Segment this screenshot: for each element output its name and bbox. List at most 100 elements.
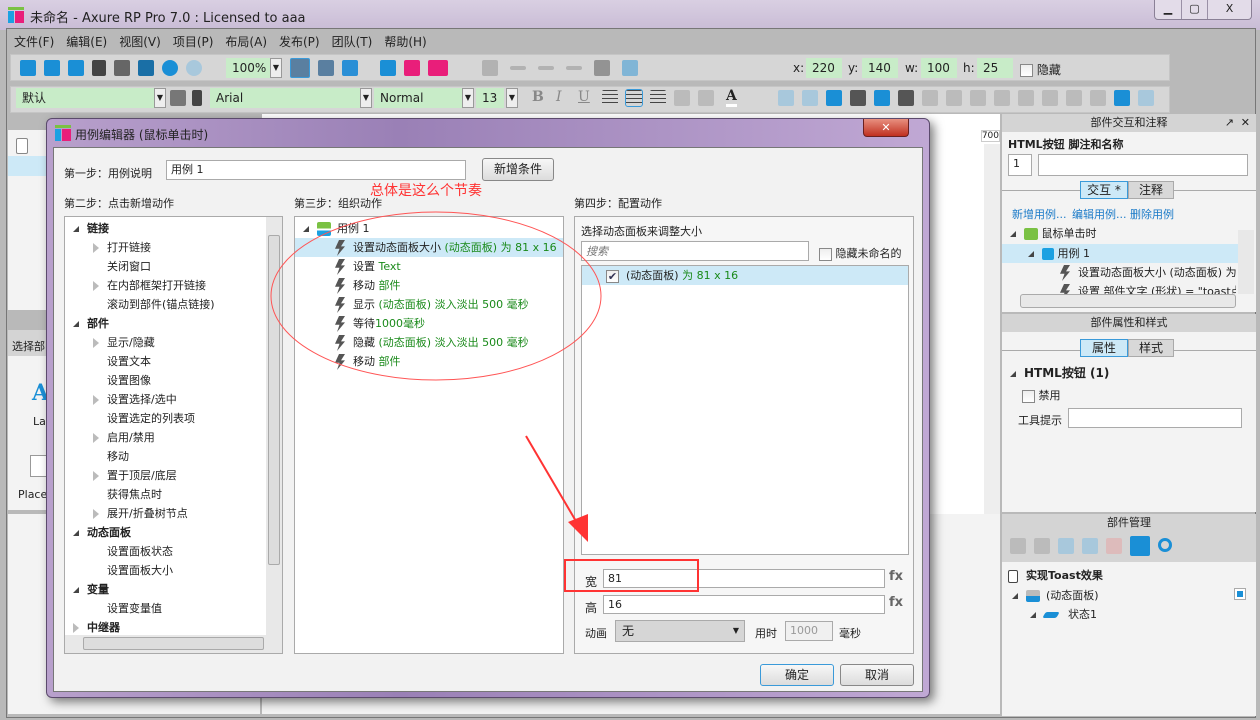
action-tree-item[interactable]: 设置选择/选中 (93, 390, 177, 409)
delete-case-link[interactable]: 删除用例 (1130, 206, 1174, 222)
select-contain-icon[interactable] (318, 60, 334, 76)
case-name-input[interactable]: 用例 1 (166, 160, 466, 180)
html-button-section[interactable]: HTML按钮 (1) (1010, 364, 1109, 383)
expand-icon[interactable] (93, 395, 99, 405)
panel-target-checkbox[interactable]: ✔ (606, 269, 619, 283)
action-tree-item[interactable]: 设置变量值 (93, 599, 162, 618)
brush-icon[interactable] (192, 90, 202, 106)
y-input[interactable]: 140 (862, 58, 898, 78)
zoom-dropdown-icon[interactable]: ▼ (270, 58, 282, 78)
action-item[interactable]: 设置 部件文字 (形状) = "toast点 (1060, 282, 1236, 294)
shadow-icon[interactable] (622, 60, 638, 76)
tab-notes[interactable]: 注释 (1128, 181, 1174, 199)
copy-icon[interactable] (114, 60, 130, 76)
line-weight-icon[interactable] (510, 66, 526, 70)
action-tree-item[interactable]: 打开链接 (93, 238, 151, 257)
action-tree-item[interactable]: 动态面板 (73, 523, 131, 542)
organized-action-item[interactable]: 设置动态面板大小 (动态面板) 为 81 x 16 (295, 238, 563, 257)
action-tree-item[interactable]: 关闭窗口 (93, 257, 151, 276)
menu-help[interactable]: 帮助(H) (384, 33, 426, 50)
delete-icon[interactable] (1106, 538, 1122, 554)
action-tree-item[interactable]: 设置选定的列表项 (93, 409, 195, 428)
panel-close-icon[interactable]: ✕ (1241, 116, 1250, 129)
organized-action-item[interactable]: 等待1000毫秒 (295, 314, 563, 333)
italic-button[interactable]: I (556, 89, 562, 105)
move-down-icon[interactable] (1082, 538, 1098, 554)
align-bottom-icon[interactable] (1042, 90, 1058, 106)
dialog-close-button[interactable]: ✕ (863, 119, 909, 137)
add-condition-button[interactable]: 新增条件 (482, 158, 554, 181)
maximize-button[interactable]: ▢ (1181, 0, 1207, 19)
align-middle-icon[interactable] (1018, 90, 1034, 106)
expand-icon[interactable] (93, 281, 99, 291)
add-state-icon[interactable] (1010, 538, 1026, 554)
action-tree-item[interactable]: 变量 (73, 580, 109, 599)
expanded-icon[interactable] (73, 321, 79, 327)
expand-icon[interactable] (93, 509, 99, 519)
menu-project[interactable]: 项目(P) (173, 33, 214, 50)
action-tree-item[interactable]: 设置面板状态 (93, 542, 173, 561)
action-tree-item[interactable]: 链接 (73, 219, 109, 238)
cancel-button[interactable]: 取消 (840, 664, 914, 686)
align-left-icon[interactable] (602, 90, 618, 106)
action-tree-item[interactable]: 设置文本 (93, 352, 151, 371)
cut-icon[interactable] (92, 60, 106, 76)
open-folder-icon[interactable] (44, 60, 60, 76)
hidden-checkbox[interactable]: 隐藏 (1020, 61, 1061, 78)
organized-action-item[interactable]: 移动 部件 (295, 352, 563, 371)
expand-icon[interactable] (93, 243, 99, 253)
hide-unnamed-checkbox[interactable]: 隐藏未命名的 (819, 245, 902, 261)
event-onclick[interactable]: 鼠标单击时 (1010, 224, 1097, 243)
size-dropdown-icon[interactable]: ▼ (506, 88, 518, 108)
expand-icon[interactable] (73, 623, 79, 633)
connector-icon[interactable] (342, 60, 358, 76)
duplicate-icon[interactable] (1034, 538, 1050, 554)
expand-icon[interactable] (93, 338, 99, 348)
x-input[interactable]: 220 (806, 58, 842, 78)
minimize-button[interactable]: ▁ (1155, 0, 1181, 19)
duration-input[interactable]: 1000 (785, 621, 833, 641)
align-center-icon[interactable] (625, 89, 643, 107)
add-case-link[interactable]: 新增用例... (1012, 206, 1067, 222)
action-tree-item[interactable]: 获得焦点时 (93, 485, 162, 504)
width-fx-button[interactable]: fx (889, 569, 903, 584)
action-tree-item[interactable]: 设置图像 (93, 371, 151, 390)
style-dropdown-icon[interactable]: ▼ (154, 88, 166, 108)
bold-button[interactable]: B (532, 89, 544, 105)
dynamic-panel-node[interactable]: (动态面板) (1012, 586, 1099, 605)
select-intersect-icon[interactable] (290, 58, 310, 78)
animation-select[interactable]: 无 ▼ (615, 620, 745, 642)
height-fx-button[interactable]: fx (889, 595, 903, 610)
format-painter-icon[interactable] (170, 90, 186, 106)
action-list-vscroll[interactable] (266, 217, 282, 635)
organized-action-item[interactable]: 隐藏 (动态面板) 淡入淡出 500 毫秒 (295, 333, 563, 352)
distribute-h-icon[interactable] (1066, 90, 1082, 106)
expanded-icon[interactable] (73, 530, 79, 536)
panel-target-item[interactable]: ✔ (动态面板) 为 81 x 16 (582, 266, 908, 285)
action-tree-item[interactable]: 移动 (93, 447, 129, 466)
height-input[interactable]: 16 (603, 595, 885, 614)
organized-action-item[interactable]: 移动 部件 (295, 276, 563, 295)
tab-interactions[interactable]: 交互 * (1080, 181, 1128, 199)
case-item[interactable]: 用例 1 (1028, 244, 1090, 263)
undo-icon[interactable] (162, 60, 178, 76)
underline-button[interactable]: U (578, 89, 590, 105)
font-weight-select[interactable]: Normal (374, 88, 462, 108)
zoom-select[interactable]: 100% (226, 58, 270, 78)
menu-edit[interactable]: 编辑(E) (66, 33, 107, 50)
page-node[interactable]: 实现Toast效果 (1008, 566, 1103, 585)
menu-view[interactable]: 视图(V) (119, 33, 161, 50)
lock-icon[interactable] (1114, 90, 1130, 106)
ungroup-icon[interactable] (802, 90, 818, 106)
preview-icon[interactable] (380, 60, 396, 76)
align-right-obj-icon[interactable] (970, 90, 986, 106)
disabled-checkbox[interactable]: 禁用 (1022, 386, 1061, 405)
float-icon[interactable]: ↗ (1225, 116, 1234, 129)
action-tree-item[interactable]: 滚动到部件(锚点链接) (93, 295, 215, 314)
link-icon[interactable] (698, 90, 714, 106)
action-tree-item[interactable]: 部件 (73, 314, 109, 333)
tab-style[interactable]: 样式 (1128, 339, 1174, 357)
ok-button[interactable]: 确定 (760, 664, 834, 686)
action-tree-item[interactable]: 在内部框架打开链接 (93, 276, 206, 295)
close-button[interactable]: X (1207, 0, 1251, 19)
